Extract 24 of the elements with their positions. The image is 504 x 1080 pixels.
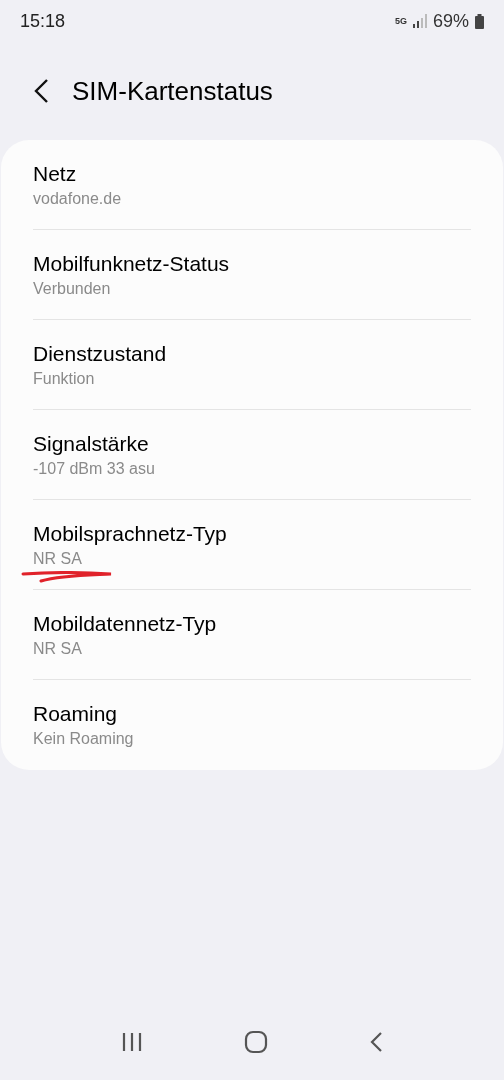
battery-percent: 69% — [432, 9, 469, 33]
item-title: Dienstzustand — [33, 340, 168, 367]
network-type: 5G — [394, 16, 407, 26]
status-time: 15:18 — [20, 9, 66, 33]
item-title: Mobilfunknetz-Status — [33, 250, 231, 277]
item-title: Roaming — [33, 701, 119, 727]
item-value: Funktion — [33, 368, 96, 389]
item-title: Mobilsprachnetz-Typ — [33, 520, 228, 547]
item-value: NR SA — [33, 638, 83, 659]
home-button[interactable] — [244, 1030, 268, 1054]
item-value: vodafone.de — [33, 188, 123, 209]
battery-icon — [475, 13, 484, 29]
item-title: Mobildatennetz-Typ — [33, 610, 218, 637]
item-value: Verbunden — [33, 278, 112, 299]
item-title: Netz — [33, 160, 78, 187]
item-title: Signalstärke — [33, 430, 150, 457]
back-nav-button[interactable] — [369, 1031, 384, 1053]
signal-icon — [412, 14, 427, 28]
page-title: SIM-Kartenstatus — [72, 74, 273, 108]
recents-button[interactable] — [120, 1032, 143, 1052]
back-icon — [32, 78, 50, 104]
item-value: Kein Roaming — [33, 729, 135, 749]
item-value: NR SA — [33, 548, 83, 569]
item-value: -107 dBm 33 asu — [33, 458, 156, 479]
